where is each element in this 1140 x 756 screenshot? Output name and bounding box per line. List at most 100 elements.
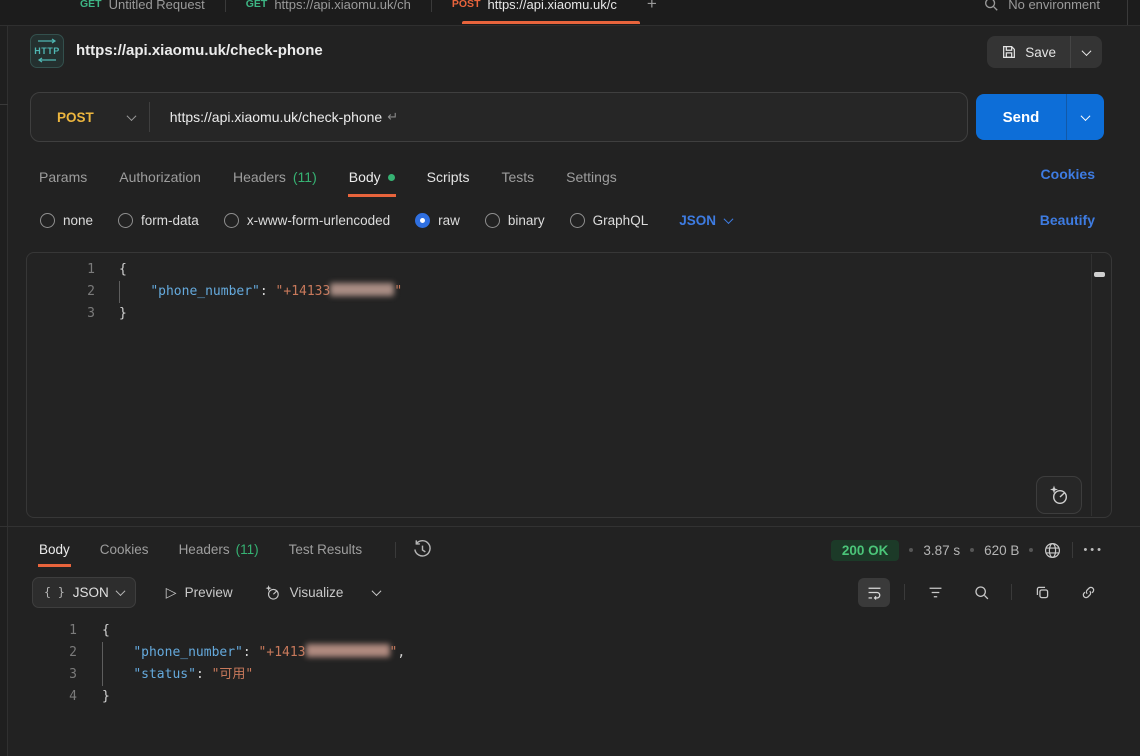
chevron-down-icon bbox=[724, 214, 734, 224]
save-icon bbox=[1001, 44, 1017, 60]
body-type-radio-raw[interactable]: raw bbox=[415, 213, 460, 228]
play-icon: ▷ bbox=[166, 584, 177, 601]
code-token: "+1413 bbox=[259, 645, 306, 660]
environment-quick-look-icon[interactable] bbox=[983, 0, 999, 12]
code-content: "status": "可用" bbox=[102, 664, 253, 686]
request-body-editor[interactable]: 1{2 "phone_number": "+14133"3} bbox=[26, 252, 1112, 518]
code-token: : bbox=[243, 645, 259, 660]
chevron-down-icon bbox=[126, 111, 136, 121]
more-options-icon[interactable]: ••• bbox=[1083, 544, 1104, 556]
response-tab-body[interactable]: Body bbox=[38, 532, 71, 567]
code-line: 2 "phone_number": "+14133" bbox=[27, 281, 1111, 303]
pane-divider[interactable] bbox=[0, 526, 1140, 527]
save-options-button[interactable] bbox=[1070, 36, 1102, 68]
method-dropdown[interactable]: POST bbox=[31, 110, 149, 125]
response-tab-test-results[interactable]: Test Results bbox=[288, 532, 364, 567]
body-type-radio-x-www-form-urlencoded[interactable]: x-www-form-urlencoded bbox=[224, 213, 390, 228]
code-line: 1{ bbox=[27, 259, 1111, 281]
response-tab-headers[interactable]: Headers (11) bbox=[178, 532, 260, 567]
beautify-link[interactable]: Beautify bbox=[1040, 212, 1095, 228]
redacted-text bbox=[306, 644, 390, 657]
wrap-text-button[interactable] bbox=[858, 578, 890, 607]
response-body-viewer: 1{2 "phone_number": "+1413",3 "status": … bbox=[0, 620, 405, 708]
search-icon[interactable] bbox=[965, 578, 997, 607]
tab-authorization[interactable]: Authorization bbox=[118, 158, 202, 197]
editor-scrollbar-thumb[interactable] bbox=[1094, 272, 1105, 277]
status-badge[interactable]: 200 OK bbox=[831, 540, 900, 561]
http-badge-label: HTTP bbox=[34, 46, 60, 56]
link-icon[interactable] bbox=[1072, 578, 1104, 607]
redacted-text bbox=[330, 283, 394, 296]
network-globe-icon[interactable] bbox=[1043, 541, 1062, 560]
tab-headers[interactable]: Headers(11) bbox=[232, 158, 318, 197]
tab-method-label: GET bbox=[80, 0, 102, 10]
tab-body[interactable]: Body bbox=[348, 158, 396, 197]
postbot-sparkle-icon bbox=[1047, 483, 1071, 507]
visualize-label: Visualize bbox=[290, 585, 344, 600]
environment-selector[interactable]: No environment bbox=[983, 0, 1100, 24]
tab-title: Untitled Request bbox=[109, 0, 205, 12]
body-type-radio-binary[interactable]: binary bbox=[485, 213, 545, 228]
request-section-tabs: Params Authorization Headers(11) Body Script… bbox=[38, 158, 618, 197]
visualize-sparkle-icon bbox=[263, 583, 282, 602]
response-section-tabs: Body Cookies Headers (11) Test Results bbox=[38, 532, 433, 567]
tab-tests[interactable]: Tests bbox=[500, 158, 535, 197]
postbot-button[interactable] bbox=[1036, 476, 1082, 514]
cookies-link[interactable]: Cookies bbox=[1041, 166, 1095, 182]
copy-icon[interactable] bbox=[1026, 578, 1058, 607]
send-button[interactable]: Send bbox=[976, 94, 1066, 140]
workspace-tab[interactable]: GEThttps://api.xiaomu.uk/ch bbox=[226, 0, 431, 24]
tab-label: Body bbox=[39, 542, 70, 557]
response-format-dropdown[interactable]: { } JSON bbox=[32, 577, 136, 608]
tab-label: Headers bbox=[233, 169, 286, 185]
radio-icon bbox=[570, 213, 585, 228]
body-type-radio-none[interactable]: none bbox=[40, 213, 93, 228]
save-button[interactable]: Save bbox=[987, 36, 1070, 68]
preview-button[interactable]: ▷ Preview bbox=[166, 584, 233, 601]
language-dropdown[interactable]: JSON bbox=[679, 213, 732, 228]
code-content: } bbox=[102, 686, 110, 708]
response-tab-cookies[interactable]: Cookies bbox=[99, 532, 150, 567]
tab-label: Test Results bbox=[289, 542, 363, 557]
radio-label: raw bbox=[438, 213, 460, 228]
code-token: " bbox=[394, 284, 402, 299]
body-type-radio-form-data[interactable]: form-data bbox=[118, 213, 199, 228]
workspace-tab[interactable]: GET Untitled Request bbox=[60, 0, 225, 24]
format-label: JSON bbox=[73, 585, 109, 600]
code-token bbox=[102, 645, 133, 660]
code-token: "phone_number" bbox=[150, 284, 260, 299]
line-number: 3 bbox=[0, 664, 77, 686]
code-content: { bbox=[102, 620, 110, 642]
request-title: https://api.xiaomu.uk/check-phone bbox=[76, 42, 323, 59]
tab-scripts[interactable]: Scripts bbox=[426, 158, 471, 197]
response-status-row: 200 OK 3.87 s 620 B ••• bbox=[831, 536, 1104, 564]
visualize-options-button[interactable] bbox=[373, 589, 380, 596]
editor-scrollbar-track[interactable] bbox=[1091, 254, 1106, 516]
tab-count: (11) bbox=[236, 542, 259, 557]
tab-label: Headers bbox=[179, 542, 230, 557]
code-content: "phone_number": "+1413", bbox=[102, 642, 405, 664]
body-type-radio-GraphQL[interactable]: GraphQL bbox=[570, 213, 649, 228]
tab-params[interactable]: Params bbox=[38, 158, 88, 197]
code-token bbox=[102, 667, 133, 682]
tab-label: Body bbox=[349, 169, 381, 185]
history-icon[interactable] bbox=[412, 539, 433, 560]
visualize-button[interactable]: Visualize bbox=[263, 583, 344, 602]
save-button-label: Save bbox=[1025, 45, 1056, 60]
body-type-row: none form-data x-www-form-urlencoded raw bin… bbox=[40, 204, 732, 236]
radio-label: none bbox=[63, 213, 93, 228]
tab-settings[interactable]: Settings bbox=[565, 158, 618, 197]
send-options-button[interactable] bbox=[1066, 94, 1104, 140]
environment-label[interactable]: No environment bbox=[1008, 0, 1100, 12]
code-token: "+14133 bbox=[276, 284, 331, 299]
code-content: "phone_number": "+14133" bbox=[119, 281, 402, 303]
code-token: { bbox=[119, 262, 127, 277]
body-type-radios: none form-data x-www-form-urlencoded raw bin… bbox=[40, 213, 648, 228]
url-input[interactable]: https://api.xiaomu.uk/check-phone bbox=[150, 109, 382, 125]
send-split-button: Send bbox=[976, 94, 1104, 140]
radio-icon bbox=[485, 213, 500, 228]
add-tab-button[interactable]: + bbox=[637, 0, 667, 14]
filter-icon[interactable] bbox=[919, 578, 951, 607]
code-line: 2 "phone_number": "+1413", bbox=[0, 642, 405, 664]
tab-method-label: GET bbox=[246, 0, 268, 10]
